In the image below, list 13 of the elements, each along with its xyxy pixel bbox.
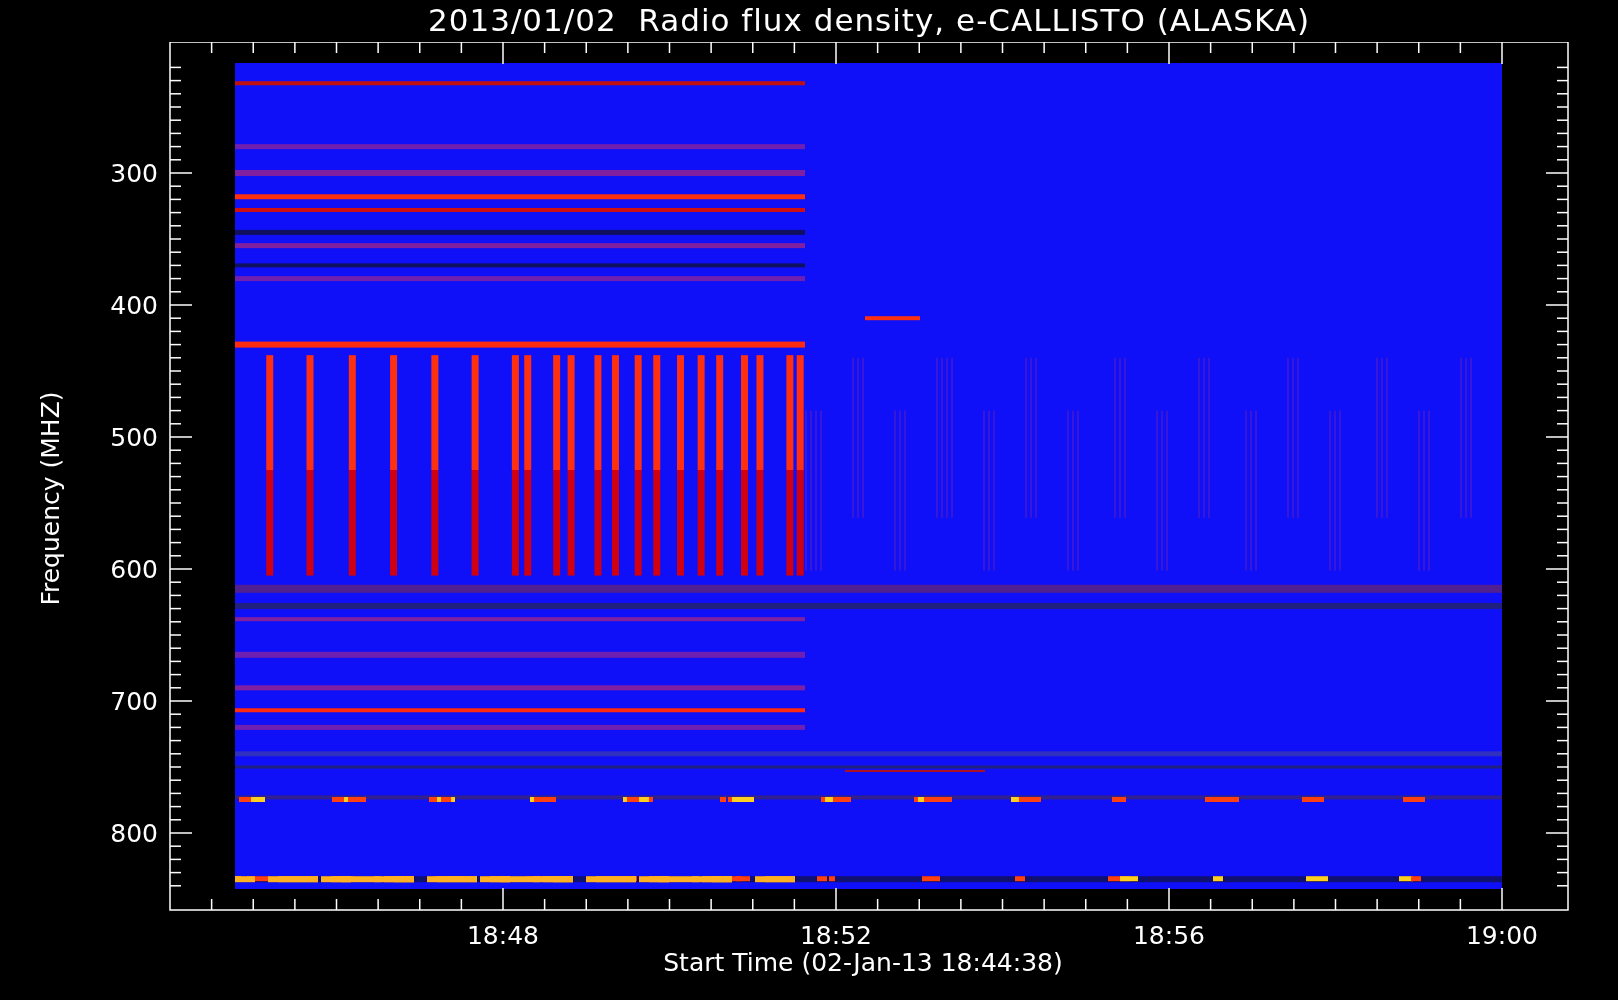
chart-title: 2013/01/02 Radio flux density, e-CALLISTO (ALASKA) xyxy=(428,1,1310,40)
x-tick-label: 18:48 xyxy=(467,921,539,950)
y-tick-label: 700 xyxy=(110,687,158,716)
x-axis-title: Start Time (02-Jan-13 18:44:38) xyxy=(663,948,1063,977)
x-tick-label: 18:52 xyxy=(800,921,872,950)
y-tick-label: 400 xyxy=(110,291,158,320)
y-tick-label: 500 xyxy=(110,423,158,452)
x-tick-label: 19:00 xyxy=(1466,921,1538,950)
y-axis-title: Frequency (MHZ) xyxy=(35,390,65,606)
x-tick-label: 18:56 xyxy=(1133,921,1205,950)
y-tick-label: 600 xyxy=(110,555,158,584)
y-tick-label: 800 xyxy=(110,819,158,848)
y-tick-label: 300 xyxy=(110,159,158,188)
